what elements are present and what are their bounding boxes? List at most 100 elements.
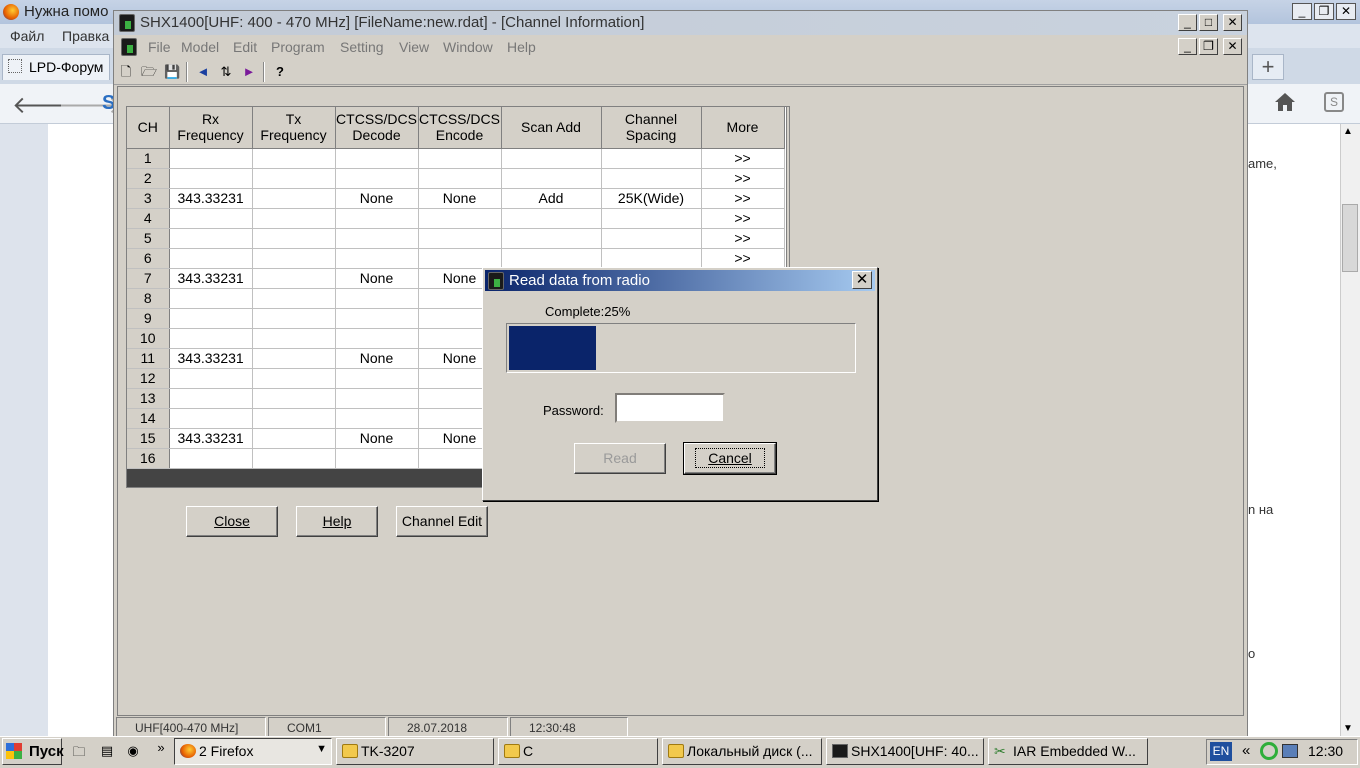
app-close-button[interactable]: ✕ bbox=[1223, 14, 1242, 31]
tx-frequency-cell[interactable] bbox=[252, 268, 336, 289]
column-header[interactable]: More bbox=[701, 107, 785, 149]
tray-app-icon[interactable] bbox=[1282, 744, 1298, 758]
more-button[interactable]: >> bbox=[701, 188, 785, 209]
menu-model[interactable]: Model bbox=[181, 39, 219, 55]
scan-add-cell[interactable]: Add bbox=[501, 188, 602, 209]
more-button[interactable]: >> bbox=[701, 248, 785, 269]
home-icon[interactable] bbox=[1274, 92, 1296, 112]
help-button[interactable]: Help bbox=[296, 506, 378, 537]
decode-cell[interactable]: None bbox=[335, 268, 419, 289]
tx-frequency-cell[interactable] bbox=[252, 348, 336, 369]
scroll-up-icon[interactable]: ▲ bbox=[1343, 126, 1353, 137]
rx-frequency-cell[interactable] bbox=[169, 208, 253, 229]
decode-cell[interactable]: None bbox=[335, 188, 419, 209]
more-button[interactable]: >> bbox=[701, 208, 785, 229]
tx-frequency-cell[interactable] bbox=[252, 328, 336, 349]
scan-add-cell[interactable] bbox=[501, 228, 602, 249]
decode-cell[interactable] bbox=[335, 148, 419, 169]
tx-frequency-cell[interactable] bbox=[252, 168, 336, 189]
taskbar-shx1400[interactable]: SHX1400[UHF: 40... bbox=[826, 738, 984, 765]
more-button[interactable]: >> bbox=[701, 168, 785, 189]
cancel-button[interactable]: Cancel bbox=[683, 442, 777, 475]
scroll-down-icon[interactable]: ▼ bbox=[1343, 723, 1353, 734]
browser-menu-file[interactable]: Файл bbox=[10, 28, 44, 44]
tx-frequency-cell[interactable] bbox=[252, 308, 336, 329]
decode-cell[interactable] bbox=[335, 328, 419, 349]
tx-frequency-cell[interactable] bbox=[252, 448, 336, 469]
encode-cell[interactable]: None bbox=[418, 188, 502, 209]
decode-cell[interactable] bbox=[335, 388, 419, 409]
channel-spacing-cell[interactable] bbox=[601, 168, 702, 189]
language-indicator[interactable]: EN bbox=[1210, 742, 1232, 761]
more-button[interactable]: >> bbox=[701, 228, 785, 249]
decode-cell[interactable] bbox=[335, 448, 419, 469]
decode-cell[interactable] bbox=[335, 408, 419, 429]
taskbar-tk3207[interactable]: TK-3207 bbox=[336, 738, 494, 765]
encode-cell[interactable] bbox=[418, 228, 502, 249]
doc-close-button[interactable]: ✕ bbox=[1223, 38, 1242, 55]
decode-cell[interactable] bbox=[335, 248, 419, 269]
tx-frequency-cell[interactable] bbox=[252, 208, 336, 229]
menu-file[interactable]: File bbox=[148, 39, 171, 55]
quick-launch-window-icon[interactable]: ▤ bbox=[98, 743, 116, 759]
rx-frequency-cell[interactable]: 343.33231 bbox=[169, 268, 253, 289]
tx-frequency-cell[interactable] bbox=[252, 408, 336, 429]
decode-cell[interactable] bbox=[335, 288, 419, 309]
rx-frequency-cell[interactable] bbox=[169, 448, 253, 469]
browser-close-button[interactable]: ✕ bbox=[1336, 3, 1356, 20]
decode-cell[interactable]: None bbox=[335, 348, 419, 369]
quick-launch-firefox-icon[interactable]: ◉ bbox=[124, 743, 142, 759]
rx-frequency-cell[interactable] bbox=[169, 288, 253, 309]
column-header[interactable]: Scan Add bbox=[501, 107, 602, 149]
channel-spacing-cell[interactable]: 25K(Wide) bbox=[601, 188, 702, 209]
tx-frequency-cell[interactable] bbox=[252, 228, 336, 249]
decode-cell[interactable] bbox=[335, 228, 419, 249]
browser-restore-button[interactable]: ❐ bbox=[1314, 3, 1334, 20]
channel-spacing-cell[interactable] bbox=[601, 248, 702, 269]
taskbar-iar[interactable]: ✂ IAR Embedded W... bbox=[988, 738, 1148, 765]
show-desktop-icon[interactable]: 🗀 bbox=[70, 743, 88, 759]
network-status-icon[interactable] bbox=[1260, 742, 1278, 760]
read-from-radio-icon[interactable]: ◄ bbox=[195, 64, 211, 80]
save-icon[interactable]: 💾 bbox=[164, 64, 180, 80]
send-icon[interactable]: ► bbox=[241, 64, 257, 80]
scan-add-cell[interactable] bbox=[501, 148, 602, 169]
help-icon[interactable]: ? bbox=[272, 64, 288, 80]
encode-cell[interactable] bbox=[418, 248, 502, 269]
decode-cell[interactable] bbox=[335, 368, 419, 389]
taskbar-local-disk[interactable]: Локальный диск (... bbox=[662, 738, 822, 765]
tx-frequency-cell[interactable] bbox=[252, 288, 336, 309]
close-button[interactable]: Close bbox=[186, 506, 278, 537]
rx-frequency-cell[interactable] bbox=[169, 368, 253, 389]
decode-cell[interactable] bbox=[335, 168, 419, 189]
encode-cell[interactable] bbox=[418, 168, 502, 189]
rx-frequency-cell[interactable]: 343.33231 bbox=[169, 188, 253, 209]
browser-minimize-button[interactable]: _ bbox=[1292, 3, 1312, 20]
rx-frequency-cell[interactable] bbox=[169, 228, 253, 249]
browser-menu-edit[interactable]: Правка bbox=[62, 28, 109, 44]
column-header[interactable]: CTCSS/DCS Encode bbox=[418, 107, 502, 149]
rx-frequency-cell[interactable] bbox=[169, 388, 253, 409]
password-input[interactable] bbox=[615, 393, 725, 423]
rx-frequency-cell[interactable] bbox=[169, 248, 253, 269]
more-button[interactable]: >> bbox=[701, 148, 785, 169]
app-maximize-button[interactable]: □ bbox=[1199, 14, 1218, 31]
rx-frequency-cell[interactable] bbox=[169, 328, 253, 349]
rx-frequency-cell[interactable] bbox=[169, 308, 253, 329]
rx-frequency-cell[interactable] bbox=[169, 148, 253, 169]
new-tab-button[interactable]: + bbox=[1252, 54, 1284, 80]
scan-add-cell[interactable] bbox=[501, 208, 602, 229]
doc-restore-button[interactable]: ❐ bbox=[1199, 38, 1218, 55]
menu-view[interactable]: View bbox=[399, 39, 429, 55]
menu-edit[interactable]: Edit bbox=[233, 39, 257, 55]
menu-help[interactable]: Help bbox=[507, 39, 536, 55]
column-header[interactable]: CH bbox=[127, 107, 170, 149]
menu-program[interactable]: Program bbox=[271, 39, 325, 55]
tray-expand-icon[interactable]: « bbox=[1242, 742, 1250, 759]
rx-frequency-cell[interactable] bbox=[169, 408, 253, 429]
tx-frequency-cell[interactable] bbox=[252, 248, 336, 269]
quick-launch-more-icon[interactable]: » bbox=[152, 740, 170, 756]
tx-frequency-cell[interactable] bbox=[252, 148, 336, 169]
channel-spacing-cell[interactable] bbox=[601, 208, 702, 229]
rx-frequency-cell[interactable]: 343.33231 bbox=[169, 348, 253, 369]
